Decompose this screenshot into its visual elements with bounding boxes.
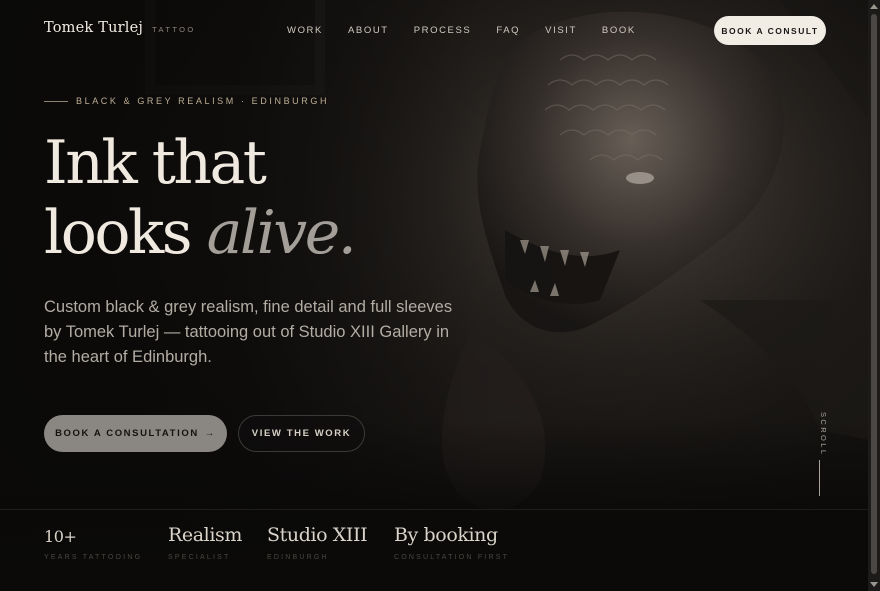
scrollbar-thumb[interactable] [871, 14, 877, 574]
hero-headline: Ink that looks alive. [44, 128, 357, 268]
eyebrow-text: BLACK & GREY REALISM · EDINBURGH [76, 96, 330, 106]
nav-item-faq[interactable]: FAQ [496, 25, 520, 36]
stat-label: EDINBURGH [267, 554, 329, 561]
view-work-button[interactable]: VIEW THE WORK [238, 415, 365, 452]
hero-description: Custom black & grey realism, fine detail… [44, 298, 453, 366]
nav-item-work[interactable]: WORK [287, 25, 323, 36]
headline-accent: alive. [206, 198, 357, 268]
scroll-indicator-line [819, 460, 820, 496]
eyebrow-divider [44, 100, 68, 102]
nav-item-book[interactable]: BOOK [602, 25, 636, 36]
stat-label: SPECIALIST [168, 554, 231, 561]
book-consultation-label: BOOK A CONSULTATION [55, 428, 199, 439]
stat-label: CONSULTATION FIRST [394, 554, 510, 561]
stats-divider [0, 509, 868, 510]
stat-value: 10+ [44, 527, 77, 546]
stat-value: Realism [168, 524, 242, 546]
hero-eyebrow: BLACK & GREY REALISM · EDINBURGH [44, 96, 329, 106]
stat-years: 10+ YEARS TATTOOING [44, 524, 142, 561]
stat-label: YEARS TATTOOING [44, 554, 143, 561]
scroll-up-arrow-icon[interactable] [870, 4, 878, 9]
scroll-indicator-label[interactable]: SCROLL [812, 412, 828, 456]
nav-item-process[interactable]: PROCESS [414, 25, 472, 36]
stat-booking: By booking CONSULTATION FIRST [394, 524, 509, 561]
right-arrow-icon: → [204, 428, 216, 439]
book-consult-button[interactable]: BOOK A CONSULT [714, 16, 826, 45]
scroll-down-arrow-icon[interactable] [870, 582, 878, 587]
stat-value: By booking [394, 524, 498, 546]
headline-line-2: looks [44, 198, 207, 268]
brand-logo[interactable]: Tomek Turlej TATTOO [44, 20, 196, 36]
brand-tag: TATTOO [152, 25, 196, 34]
stat-studio: Studio XIII EDINBURGH [267, 524, 368, 561]
page-scrollbar[interactable] [868, 0, 880, 591]
stat-value: Studio XIII [267, 524, 368, 546]
nav-item-about[interactable]: ABOUT [348, 25, 389, 36]
nav-item-visit[interactable]: VISIT [545, 25, 577, 36]
main-nav: WORK ABOUT PROCESS FAQ VISIT BOOK [287, 25, 661, 36]
book-consultation-button[interactable]: BOOK A CONSULTATION → [44, 415, 227, 452]
stat-specialty: Realism SPECIALIST [168, 524, 242, 561]
headline-line-1: Ink that [44, 128, 267, 198]
brand-name: Tomek Turlej [44, 20, 144, 36]
